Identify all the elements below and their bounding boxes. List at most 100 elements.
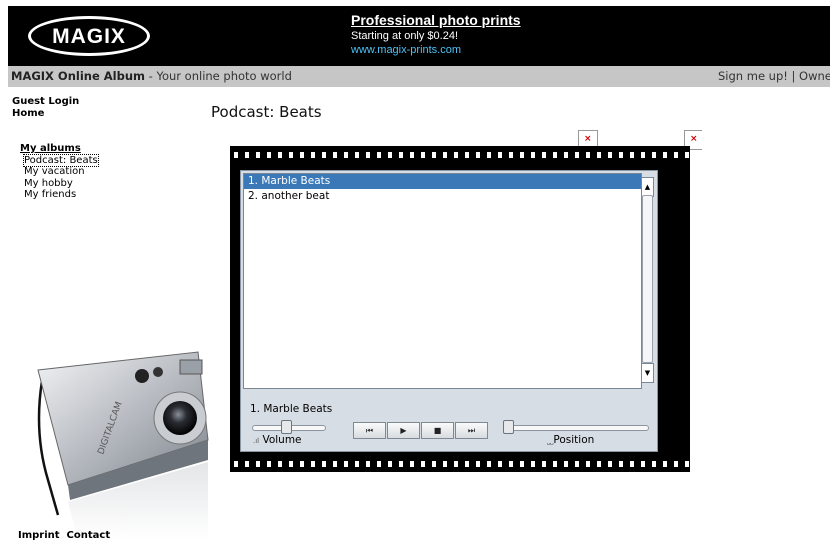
- film-perforation: [685, 152, 689, 158]
- stop-button[interactable]: ■: [421, 422, 454, 439]
- playlist-item[interactable]: 2. another beat: [244, 189, 641, 204]
- film-perforation: [355, 461, 359, 467]
- volume-label: Volume: [262, 434, 302, 446]
- film-perforation: [553, 152, 557, 158]
- film-perforation: [454, 152, 458, 158]
- account-links[interactable]: Sign me up! | Owne: [718, 66, 830, 87]
- film-perforation: [476, 461, 480, 467]
- film-perforation: [289, 461, 293, 467]
- ad-title[interactable]: Professional photo prints: [351, 12, 521, 29]
- film-perforation: [641, 152, 645, 158]
- film-perforation: [520, 461, 524, 467]
- playlist-scrollbar[interactable]: ▲ ▼: [641, 173, 654, 387]
- transport-controls: ⏮ ▶ ■ ⏭: [353, 422, 489, 439]
- film-perforation: [300, 461, 304, 467]
- brand-name: MAGIX Online Album: [11, 69, 146, 83]
- album-item[interactable]: My vacation: [20, 166, 98, 178]
- print-ad[interactable]: Professional photo prints Starting at on…: [351, 12, 521, 57]
- film-perforation: [652, 461, 656, 467]
- film-perforation: [674, 152, 678, 158]
- site-bar: MAGIX Online Album - Your online photo w…: [8, 66, 830, 87]
- film-perforation: [333, 152, 337, 158]
- film-perforation: [410, 461, 414, 467]
- film-perforation: [278, 461, 282, 467]
- film-perforation: [685, 461, 689, 467]
- position-label: Position: [553, 434, 595, 446]
- film-perforation: [597, 152, 601, 158]
- magix-logo[interactable]: MAGIX: [28, 16, 150, 56]
- film-perforation: [322, 461, 326, 467]
- volume-label-wrap: .ıl Volume: [253, 434, 302, 446]
- film-perforation: [509, 461, 513, 467]
- film-perforation: [267, 461, 271, 467]
- film-perforation: [322, 152, 326, 158]
- album-item[interactable]: My friends: [20, 189, 98, 201]
- previous-button[interactable]: ⏮: [353, 422, 386, 439]
- film-perforation: [344, 461, 348, 467]
- film-perforation: [586, 152, 590, 158]
- ad-subtitle: Starting at only $0.24!: [351, 30, 459, 42]
- volume-slider-handle[interactable]: [281, 420, 292, 434]
- film-perforation: [366, 461, 370, 467]
- film-perforation: [256, 461, 260, 467]
- position-slider[interactable]: [503, 425, 649, 431]
- film-perforation: [641, 461, 645, 467]
- film-perforation: [432, 461, 436, 467]
- position-slider-handle[interactable]: [503, 420, 514, 434]
- home-link[interactable]: Home: [12, 108, 79, 120]
- album-item-label[interactable]: Podcast: Beats: [23, 153, 99, 167]
- film-perforation: [399, 152, 403, 158]
- ad-url[interactable]: www.magix-prints.com: [351, 43, 521, 57]
- film-perforation: [465, 152, 469, 158]
- position-label-wrap: ⎵⎵Position: [547, 434, 594, 446]
- playlist-item[interactable]: 1. Marble Beats: [244, 174, 641, 189]
- logo-text: MAGIX: [52, 25, 126, 48]
- film-perforation: [245, 461, 249, 467]
- film-perforation: [289, 152, 293, 158]
- film-perforation: [509, 152, 513, 158]
- film-perforation: [652, 152, 656, 158]
- film-perforation: [278, 152, 282, 158]
- play-button[interactable]: ▶: [387, 422, 420, 439]
- film-perforation: [234, 461, 238, 467]
- podcast-player: 1. Marble Beats 2. another beat ▲ ▼ 1. M…: [240, 170, 658, 452]
- scroll-up-button[interactable]: ▲: [641, 177, 654, 197]
- film-perforation: [586, 461, 590, 467]
- film-perforation: [454, 461, 458, 467]
- albums-list: My albums Podcast: Beats My vacation My …: [20, 143, 99, 201]
- film-perforation: [564, 152, 568, 158]
- film-perforation: [388, 461, 392, 467]
- playlist[interactable]: 1. Marble Beats 2. another beat: [243, 173, 642, 389]
- site-title: MAGIX Online Album - Your online photo w…: [11, 66, 292, 87]
- film-perforation: [619, 461, 623, 467]
- film-perforation: [377, 152, 381, 158]
- film-perforation: [663, 152, 667, 158]
- film-perforation: [388, 152, 392, 158]
- film-perforation: [399, 461, 403, 467]
- film-perforation: [498, 461, 502, 467]
- film-perforation: [421, 461, 425, 467]
- film-perforation: [630, 152, 634, 158]
- film-perforation: [531, 461, 535, 467]
- film-perforation: [432, 152, 436, 158]
- film-perforation: [443, 461, 447, 467]
- film-perforation: [421, 152, 425, 158]
- contact-link[interactable]: Contact: [67, 530, 111, 541]
- album-item[interactable]: Podcast: Beats: [20, 153, 99, 167]
- scroll-down-button[interactable]: ▼: [641, 363, 654, 383]
- albums-heading[interactable]: My albums: [20, 143, 98, 155]
- film-perforation: [443, 152, 447, 158]
- next-button[interactable]: ⏭: [455, 422, 488, 439]
- film-perforation: [564, 461, 568, 467]
- header-banner: MAGIX Professional photo prints Starting…: [8, 6, 830, 66]
- film-perforation: [355, 152, 359, 158]
- film-perforation: [410, 152, 414, 158]
- film-perforation: [575, 152, 579, 158]
- guest-login-link[interactable]: Guest Login: [12, 96, 79, 108]
- film-perforation: [542, 461, 546, 467]
- film-perforation: [300, 152, 304, 158]
- scroll-track[interactable]: [642, 195, 653, 363]
- imprint-link[interactable]: Imprint: [18, 530, 60, 541]
- film-perforation: [520, 152, 524, 158]
- album-item[interactable]: My hobby: [20, 178, 98, 190]
